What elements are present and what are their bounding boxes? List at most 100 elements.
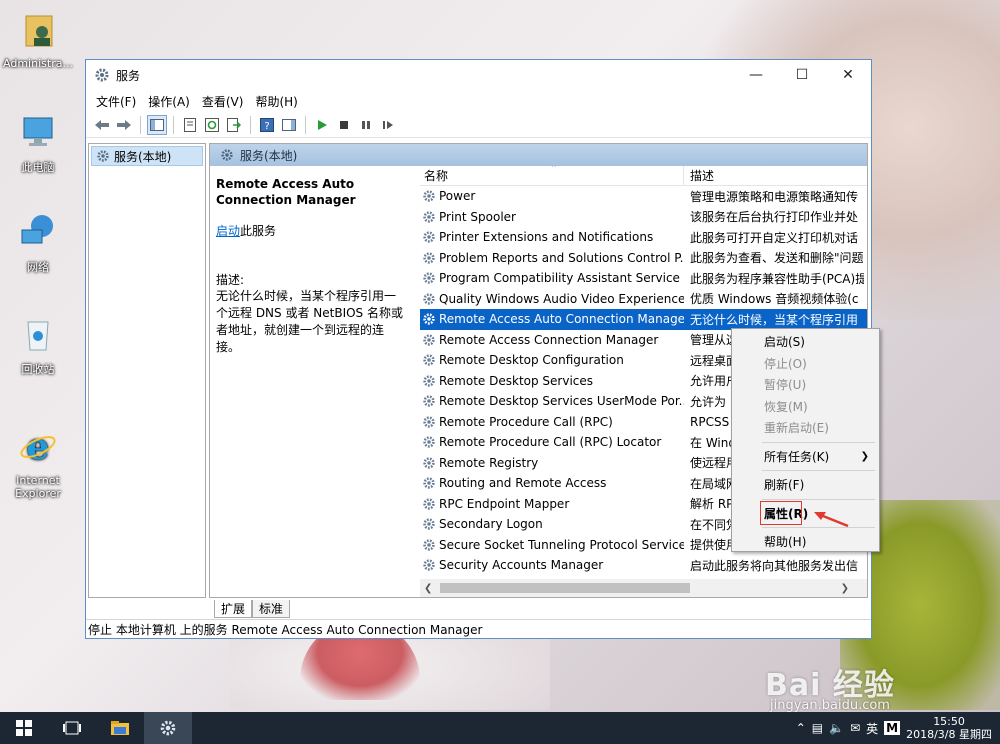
service-description: 优质 Windows 音频视频体验(c	[690, 292, 859, 307]
service-row[interactable]: Security Accounts Manager 启动此服务将向其他服务发出信	[420, 555, 867, 575]
service-name-cell: Printer Extensions and Notifications	[420, 230, 684, 244]
service-name-cell: RPC Endpoint Mapper	[420, 497, 684, 511]
stop-service-button[interactable]	[334, 115, 354, 135]
pane-header: 服务(本地)	[210, 144, 867, 166]
menu-item-properties[interactable]: 属性(R)	[732, 500, 879, 525]
desktop-icon-network[interactable]: 网络	[0, 212, 76, 275]
scroll-right-icon[interactable]: ❯	[841, 583, 849, 594]
action-pane-icon	[282, 118, 296, 131]
service-name-cell: Remote Access Connection Manager	[420, 333, 684, 347]
service-gear-icon	[423, 416, 435, 428]
minimize-button[interactable]: —	[733, 60, 779, 90]
start-service-link[interactable]: 启动	[216, 224, 240, 238]
menu-item-help[interactable]: 帮助(H)	[732, 531, 879, 553]
task-view-button[interactable]	[48, 712, 96, 744]
service-row[interactable]: Quality Windows Audio Video Experience 优质…	[420, 289, 867, 310]
help-button[interactable]: ?	[257, 115, 277, 135]
desktop-icon-internet-explorer[interactable]: e Internet Explorer	[0, 414, 76, 513]
service-row[interactable]: Power 管理电源策略和电源策略通知传	[420, 186, 867, 207]
menu-separator	[762, 498, 875, 500]
restart-service-button[interactable]	[378, 115, 398, 135]
desktop-icon-user-folder[interactable]: Administra...	[0, 10, 76, 70]
scrollbar-thumb[interactable]	[440, 583, 690, 593]
service-row[interactable]: Remote Access Auto Connection Manager 无论什…	[420, 309, 867, 330]
ime-mode[interactable]: M	[884, 721, 901, 735]
horizontal-scrollbar[interactable]: ❮ ❯	[420, 579, 867, 597]
export-list-button[interactable]	[224, 115, 244, 135]
toolbar-separator	[305, 115, 306, 134]
maximize-button[interactable]: ☐	[779, 60, 825, 90]
menu-file[interactable]: 文件(F)	[90, 93, 142, 110]
menu-item-start[interactable]: 启动(S)	[732, 331, 879, 353]
service-row[interactable]: Print Spooler 该服务在后台执行打印作业并处	[420, 207, 867, 228]
start-service-button[interactable]	[312, 115, 332, 135]
menu-action[interactable]: 操作(A)	[142, 93, 196, 110]
scroll-left-icon[interactable]: ❮	[424, 583, 432, 594]
clock-date: 2018/3/8 星期四	[906, 728, 992, 741]
service-name: Remote Desktop Services UserMode Por...	[439, 394, 684, 409]
start-button[interactable]	[0, 712, 48, 744]
service-gear-icon	[423, 559, 435, 571]
service-name-cell: Print Spooler	[420, 210, 684, 224]
service-name-cell: Remote Desktop Services UserMode Por...	[420, 394, 684, 408]
play-icon	[318, 119, 327, 130]
service-row[interactable]: Printer Extensions and Notifications 此服务可…	[420, 227, 867, 248]
stop-icon	[340, 120, 348, 129]
menu-item-refresh[interactable]: 刷新(F)	[732, 474, 879, 496]
service-row[interactable]: Program Compatibility Assistant Service 此…	[420, 268, 867, 289]
service-name-cell: Remote Procedure Call (RPC) Locator	[420, 435, 684, 449]
service-name: Secure Socket Tunneling Protocol Service	[439, 537, 684, 552]
properties-toolbar-button[interactable]	[180, 115, 200, 135]
toolbar-separator	[173, 115, 174, 134]
desktop-icon-label: 网络	[27, 261, 49, 274]
pane-header-title: 服务(本地)	[240, 148, 298, 163]
service-name: Routing and Remote Access	[439, 476, 607, 491]
desktop-icon-this-pc[interactable]: 此电脑	[0, 112, 76, 175]
back-arrow-icon	[95, 119, 109, 130]
desktop-icon-label: 回收站	[21, 363, 55, 376]
forward-button[interactable]	[114, 115, 134, 135]
services-gear-icon	[221, 149, 233, 161]
ime-language[interactable]: 英	[866, 720, 878, 737]
service-gear-icon	[423, 211, 435, 223]
menu-bar: 文件(F) 操作(A) 查看(V) 帮助(H)	[86, 90, 871, 112]
network-tray-icon[interactable]: ▤	[812, 721, 823, 735]
network-icon	[21, 215, 53, 244]
service-name-cell: Routing and Remote Access	[420, 476, 684, 490]
service-description: 管理电源策略和电源策略通知传	[690, 189, 859, 204]
service-name: Remote Desktop Services	[439, 373, 594, 388]
desktop-icon-recycle-bin[interactable]: 回收站	[0, 314, 76, 377]
tray-overflow-icon[interactable]: ⌃	[796, 721, 806, 735]
refresh-button[interactable]	[202, 115, 222, 135]
services-gear-icon	[95, 68, 109, 82]
pause-icon	[362, 120, 370, 129]
show-hide-console-tree-button[interactable]	[147, 114, 167, 135]
menu-item-all-tasks[interactable]: 所有任务(K) ❯	[732, 446, 879, 468]
clock[interactable]: 15:50 2018/3/8 星期四	[906, 715, 992, 741]
menu-view[interactable]: 查看(V)	[196, 93, 250, 110]
file-explorer-button[interactable]	[96, 712, 144, 744]
show-action-pane-button[interactable]	[279, 115, 299, 135]
service-name: Quality Windows Audio Video Experience	[439, 291, 684, 306]
sort-ascending-icon: ⌃	[550, 166, 558, 174]
service-row[interactable]: Problem Reports and Solutions Control P.…	[420, 248, 867, 269]
volume-icon[interactable]: 🔈	[829, 721, 844, 735]
description-text: 无论什么时候，当某个程序引用一个远程 DNS 或者 NetBIOS 名称或者地址…	[216, 289, 403, 354]
service-name: Secondary Logon	[439, 517, 543, 532]
toolbar: ?	[86, 112, 871, 138]
tab-standard[interactable]: 标准	[252, 600, 291, 618]
action-center-icon[interactable]: ✉	[850, 721, 860, 735]
service-gear-icon	[423, 457, 435, 469]
back-button[interactable]	[92, 115, 112, 135]
service-gear-icon	[423, 313, 435, 325]
services-taskbar-button[interactable]	[144, 712, 192, 744]
tree-item-label: 服务(本地)	[114, 149, 172, 164]
pause-service-button[interactable]	[356, 115, 376, 135]
tree-item-services-local[interactable]: 服务(本地)	[91, 146, 203, 166]
tab-extended[interactable]: 扩展	[214, 600, 253, 618]
column-header-description[interactable]: 描述	[684, 167, 714, 184]
menu-help[interactable]: 帮助(H)	[249, 93, 303, 110]
toolbar-separator	[140, 115, 141, 134]
title-bar[interactable]: 服务 — ☐ ✕	[86, 60, 871, 90]
close-button[interactable]: ✕	[825, 60, 871, 90]
